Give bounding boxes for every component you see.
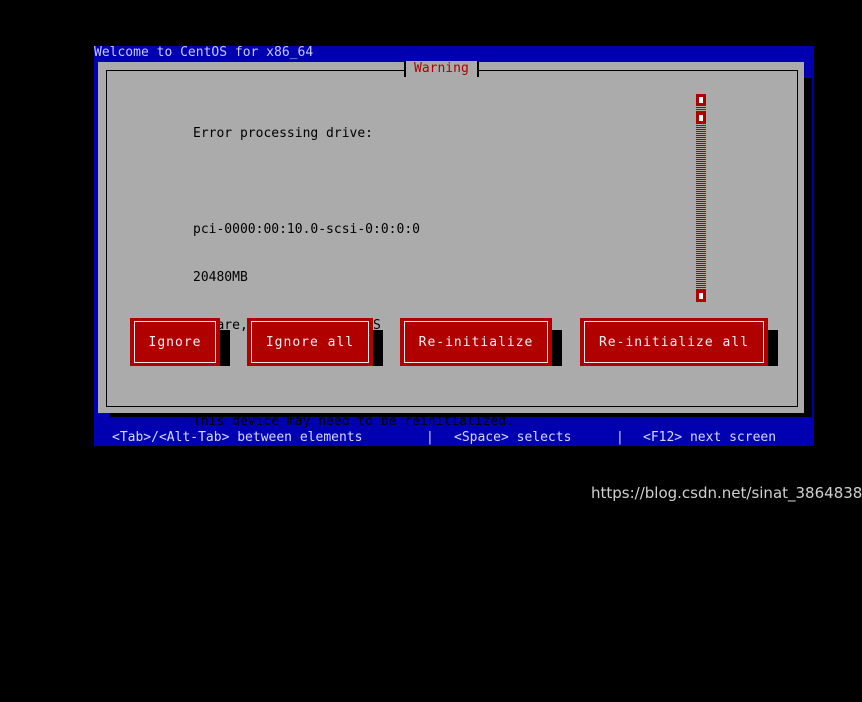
message-line: [193, 366, 584, 382]
scroll-up-arrow-icon[interactable]: [696, 94, 706, 106]
ignore-button[interactable]: Ignore: [130, 318, 220, 366]
status-separator: |: [616, 430, 624, 445]
message-line: [193, 558, 584, 574]
status-separator: |: [426, 430, 434, 445]
installer-title: Welcome to CentOS for x86_64: [94, 45, 314, 60]
f12-hint: <F12> next screen: [643, 430, 777, 445]
message-line: Error processing drive:: [193, 126, 374, 141]
device-size: 20480MB: [193, 270, 248, 285]
message-line: needing reinitialization.: [193, 654, 389, 669]
console-screen: Welcome to CentOS for x86_64 Warning Err…: [0, 0, 862, 669]
help-status-bar: <Tab>/<Alt-Tab> between elements | <Spac…: [94, 429, 814, 446]
message-line: [193, 462, 584, 478]
space-hint: <Space> selects: [454, 430, 572, 445]
ignore-button-label: Ignore: [148, 334, 202, 350]
watermark-url: https://blog.csdn.net/sinat_38648388: [591, 484, 862, 502]
reinitialize-all-button[interactable]: Re-initialize all: [580, 318, 768, 366]
message-line: This action may also be applied to all o…: [193, 606, 585, 621]
dialog-message: Error processing drive: pci-0000:00:10.0…: [193, 94, 584, 702]
scroll-thumb[interactable]: [696, 112, 706, 124]
warning-dialog: Warning Error processing drive: pci-0000…: [98, 61, 804, 669]
reinitialize-button-label: Re-initialize: [418, 334, 534, 350]
device-id: pci-0000:00:10.0-scsi-0:0:0:0: [193, 222, 420, 237]
scroll-down-arrow-icon[interactable]: [696, 290, 706, 302]
reinitialize-all-button-label: Re-initialize all: [598, 334, 750, 350]
message-scrollbar[interactable]: [696, 94, 706, 302]
dialog-title: Warning: [404, 61, 479, 77]
reinitialize-button[interactable]: Re-initialize: [400, 318, 552, 366]
data-loss-warning: REINITIALIZING WILL CAUSE ALL DATA TO BE…: [193, 510, 554, 525]
message-line: This device may need to be reinitialized…: [193, 414, 514, 429]
ignore-all-button[interactable]: Ignore all: [247, 318, 373, 366]
message-line: [193, 174, 584, 190]
tab-hint: <Tab>/<Alt-Tab> between elements: [112, 430, 363, 445]
ignore-all-button-label: Ignore all: [265, 334, 355, 350]
